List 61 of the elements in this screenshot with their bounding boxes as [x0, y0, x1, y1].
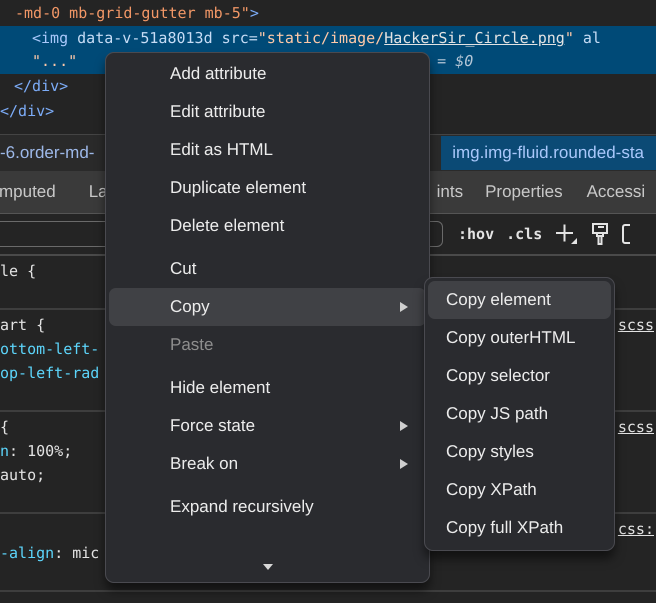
menu-item[interactable]: Copy outerHTML: [428, 319, 611, 357]
code-text: </div>: [14, 76, 68, 97]
menu-item-label: Edit attribute: [170, 102, 266, 122]
menu-item-label: Expand recursively: [170, 497, 314, 517]
code-text: -md-0 mb-grid-gutter mb-5">: [15, 3, 259, 24]
menu-item[interactable]: Copy styles: [428, 433, 611, 471]
panel-tab[interactable]: ints: [436, 182, 464, 202]
dom-node-row[interactable]: <img data-v-51a8013d src="static/image/HackerSir_Circle.png" al: [0, 26, 656, 51]
cls-toggle[interactable]: .cls: [506, 225, 542, 243]
paint-roller-icon[interactable]: [590, 222, 610, 246]
menu-item[interactable]: Cut: [109, 250, 426, 288]
menu-item[interactable]: Hide element: [109, 369, 426, 407]
breadcrumb[interactable]: img.img-fluid.rounded-sta: [441, 136, 656, 170]
sidebar-toggle-icon[interactable]: [622, 223, 630, 245]
css-text: le {: [0, 261, 36, 282]
menu-item-label: Force state: [170, 416, 256, 436]
menu-item-label: Edit as HTML: [170, 140, 273, 160]
css-text: ottom-left-: [0, 339, 100, 360]
file-link[interactable]: HackerSir_Circle.png: [384, 29, 565, 47]
css-text: art {: [0, 315, 46, 336]
menu-item[interactable]: Break on: [109, 445, 426, 483]
menu-item-label: Add attribute: [170, 64, 266, 84]
dom-node-row[interactable]: -md-0 mb-grid-gutter mb-5">: [0, 1, 656, 26]
menu-item[interactable]: Edit attribute: [109, 93, 426, 131]
menu-item-label: Hide element: [170, 378, 270, 398]
menu-item[interactable]: Force state: [109, 407, 426, 445]
menu-item[interactable]: Copy selector: [428, 357, 611, 395]
css-text: op-left-rad: [0, 363, 100, 384]
css-text: auto;: [0, 465, 46, 486]
css-text: {: [0, 417, 10, 438]
menu-item-label: Copy: [170, 297, 210, 317]
menu-item[interactable]: Copy XPath: [428, 471, 611, 509]
panel-tab[interactable]: Accessi: [586, 182, 646, 202]
menu-item[interactable]: Copy: [109, 288, 426, 326]
hov-toggle[interactable]: :hov: [458, 225, 494, 243]
menu-item[interactable]: Copy full XPath: [428, 509, 611, 547]
css-text: -align: mic: [0, 543, 100, 564]
menu-item-label: Duplicate element: [170, 178, 306, 198]
menu-item-label: Break on: [170, 454, 238, 474]
menu-item-label: Delete element: [170, 216, 284, 236]
plus-icon[interactable]: [554, 222, 578, 246]
menu-item[interactable]: Expand recursively: [109, 488, 426, 526]
menu-item-label: Paste: [170, 335, 214, 355]
panel-tab[interactable]: Properties: [485, 182, 563, 202]
source-link[interactable]: css:: [618, 517, 656, 541]
css-text: n: 100%;: [0, 441, 72, 462]
menu-item[interactable]: Delete element: [109, 207, 426, 245]
code-text: <img data-v-51a8013d src="static/image/HackerSir_Circle.png" al: [32, 28, 601, 49]
console-ref: = $0: [437, 51, 474, 72]
code-text: "...": [32, 51, 78, 72]
breadcrumb[interactable]: -6.order-md-: [0, 136, 94, 170]
menu-item[interactable]: Copy JS path: [428, 395, 611, 433]
source-link[interactable]: scss: [618, 313, 656, 337]
scroll-down-icon[interactable]: [262, 564, 272, 570]
menu-item[interactable]: Copy element: [428, 281, 611, 319]
menu-item[interactable]: Duplicate element: [109, 169, 426, 207]
source-link[interactable]: scss: [618, 415, 656, 439]
menu-item[interactable]: Edit as HTML: [109, 131, 426, 169]
menu-item[interactable]: Add attribute: [109, 55, 426, 93]
menu-item-label: Cut: [170, 259, 196, 279]
panel-tab[interactable]: mputed: [0, 182, 56, 202]
